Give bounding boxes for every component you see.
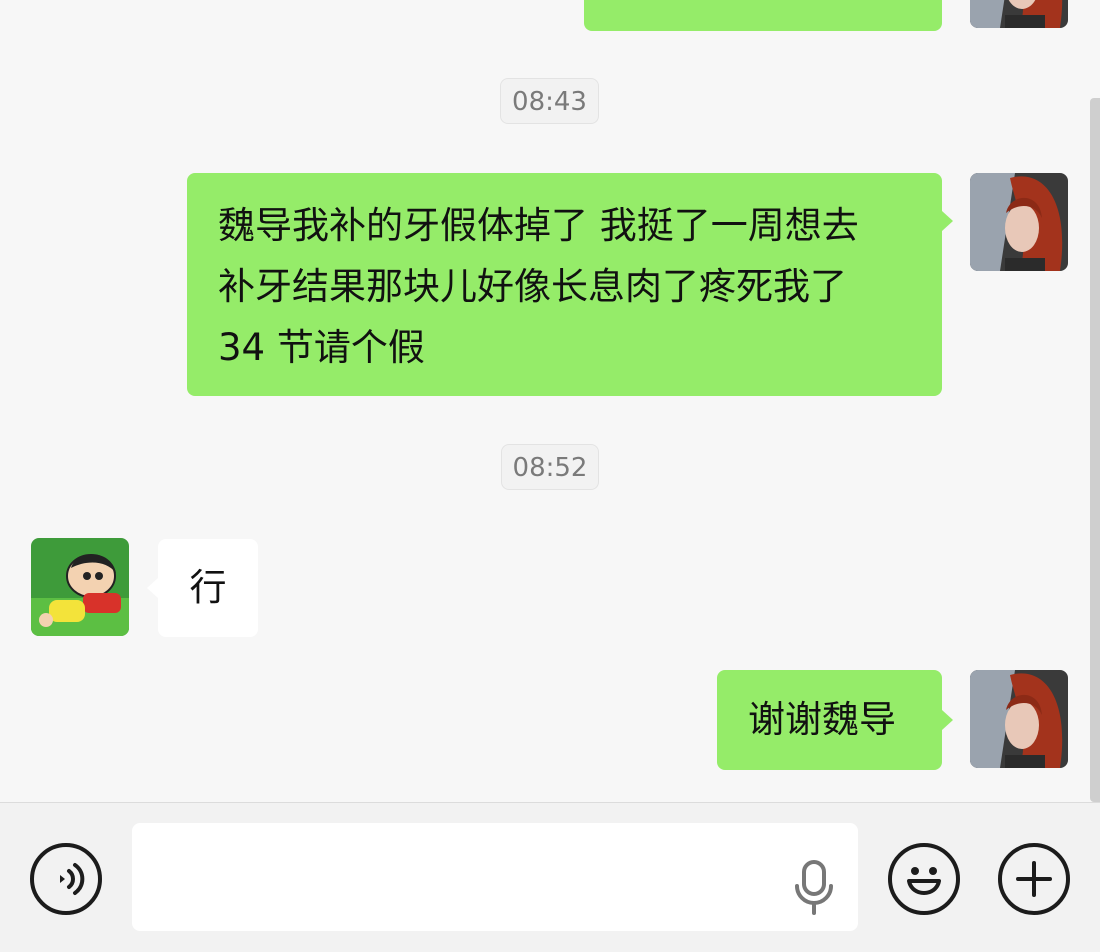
message-text: 谢谢魏导 [748, 698, 896, 741]
more-button[interactable] [998, 843, 1070, 915]
message-bubble-sent-partial[interactable] [584, 0, 942, 31]
bubble-tail [147, 578, 158, 598]
message-text-line: 补牙结果那块儿好像长息肉了疼死我了 [218, 265, 847, 308]
message-text: 行 [189, 566, 227, 609]
bubble-tail [942, 710, 953, 730]
microphone-button[interactable] [790, 858, 838, 918]
message-bubble-sent[interactable]: 魏导我补的牙假体掉了 我挺了一周想去 补牙结果那块儿好像长息肉了疼死我了 34 … [187, 173, 942, 396]
voice-mode-icon [60, 863, 85, 895]
avatar-self[interactable] [970, 0, 1068, 28]
scrollbar[interactable] [1090, 98, 1100, 802]
avatar-self[interactable] [970, 173, 1068, 271]
microphone-icon [795, 860, 833, 915]
message-bubble-received[interactable]: 行 [158, 539, 258, 637]
message-text-line: 魏导我补的牙假体掉了 我挺了一周想去 [218, 204, 859, 247]
emoji-button[interactable] [888, 843, 960, 915]
input-bar [0, 802, 1100, 952]
voice-mode-button[interactable] [30, 843, 102, 915]
plus-icon [1016, 861, 1052, 897]
timestamp: 08:52 [501, 444, 599, 490]
message-input[interactable] [132, 823, 858, 931]
message-text-line: 34 节请个假 [218, 326, 425, 369]
message-bubble-sent[interactable]: 谢谢魏导 [717, 670, 942, 770]
avatar-self[interactable] [970, 670, 1068, 768]
bubble-tail [942, 211, 953, 231]
emoji-icon [907, 867, 941, 895]
timestamp: 08:43 [500, 78, 599, 124]
avatar-contact[interactable] [31, 538, 129, 636]
chat-message-area[interactable]: 08:43 魏导我补的牙假体掉了 我挺了一周想去 补牙结果那块儿好像长息肉了疼死… [0, 0, 1100, 802]
